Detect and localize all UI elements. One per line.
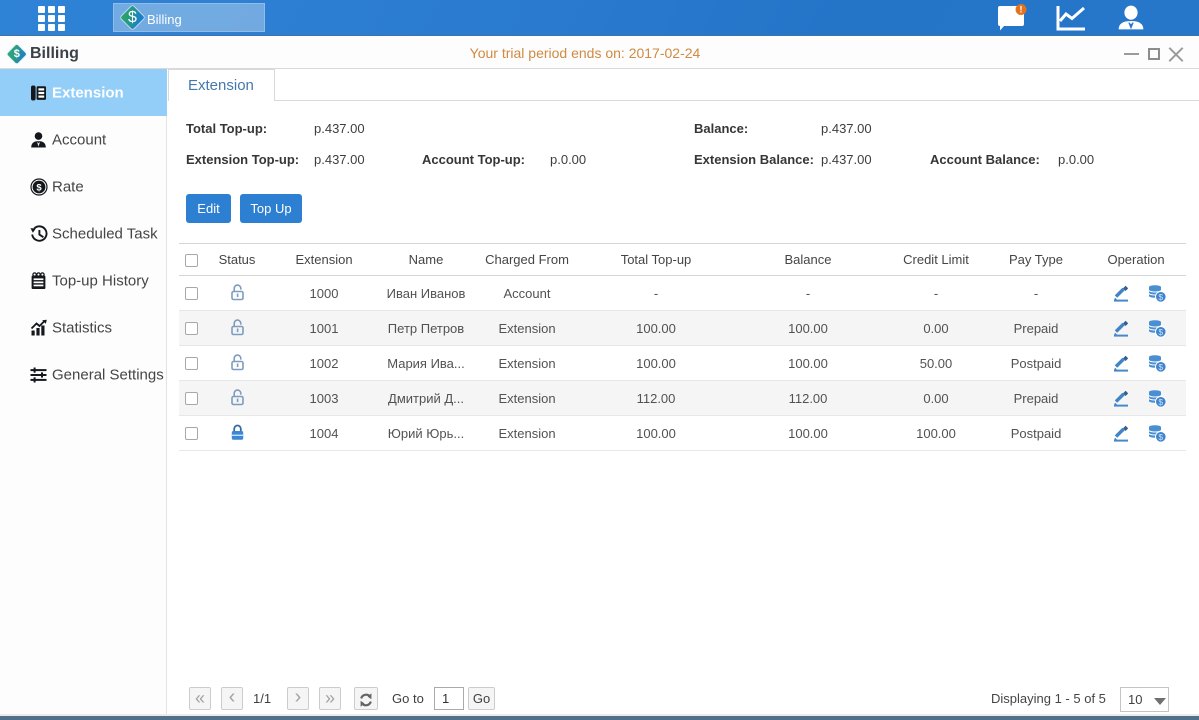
svg-text:$: $: [1158, 327, 1163, 337]
svg-text:$: $: [36, 182, 42, 193]
svg-text:!: !: [1020, 5, 1023, 15]
svg-text:$: $: [1158, 397, 1163, 407]
svg-text:$: $: [1158, 292, 1163, 302]
svg-text:$: $: [1158, 362, 1163, 372]
svg-text:$: $: [1158, 432, 1163, 442]
